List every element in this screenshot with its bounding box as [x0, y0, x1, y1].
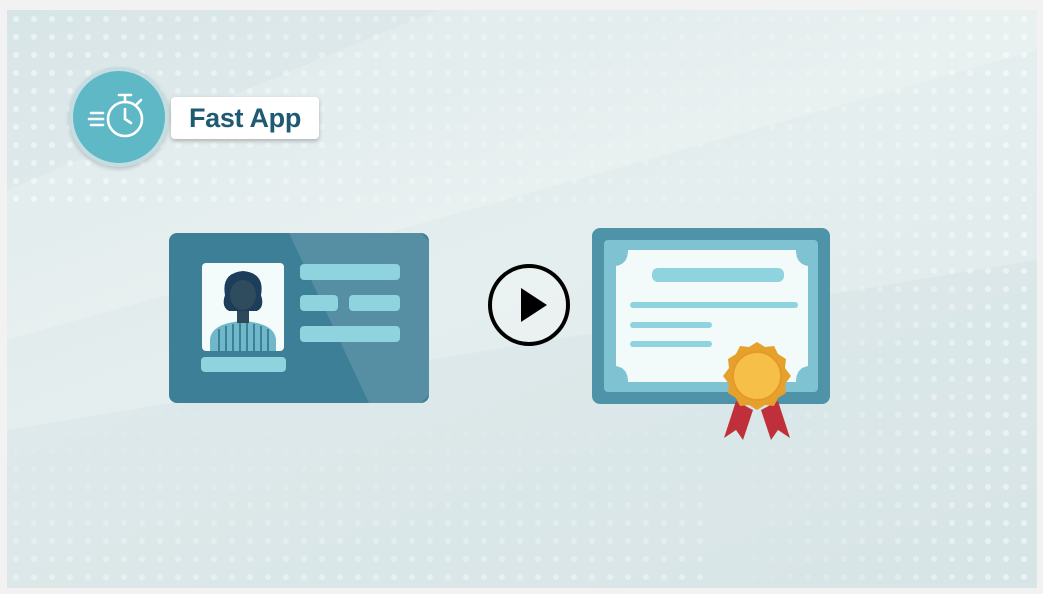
certificate-illustration	[590, 226, 835, 448]
badge-label: Fast App	[171, 97, 319, 139]
play-icon[interactable]	[487, 263, 571, 347]
video-player[interactable]: Fast App	[7, 10, 1037, 588]
id-card-icon	[169, 233, 429, 403]
stopwatch-icon	[87, 93, 144, 138]
id-card-illustration	[169, 233, 429, 403]
certificate-icon	[592, 228, 830, 440]
play-button[interactable]	[487, 263, 571, 347]
fast-app-badge: Fast App	[69, 67, 329, 167]
badge-circle	[69, 67, 169, 167]
